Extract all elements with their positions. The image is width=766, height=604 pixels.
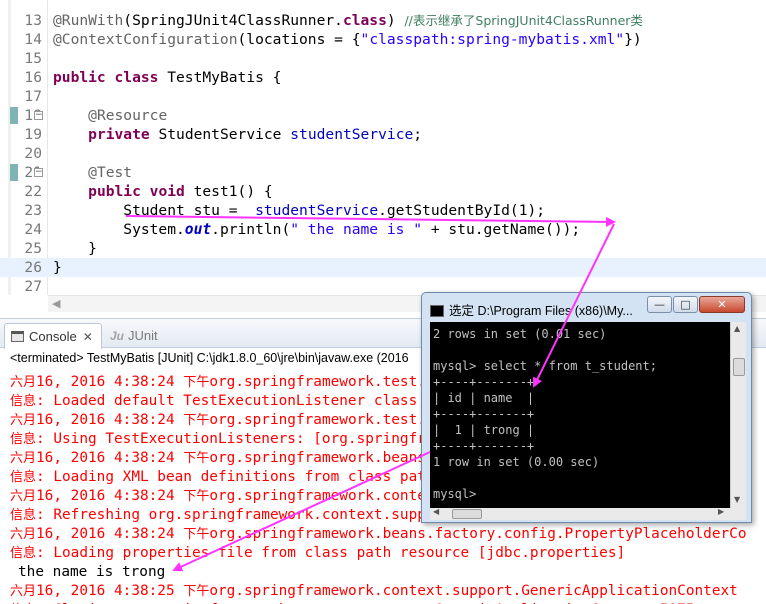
scroll-down-icon[interactable]: ▼ xyxy=(734,495,740,504)
fold-toggle-icon[interactable]: − xyxy=(34,168,43,177)
tab-junit[interactable]: Ju JUnit xyxy=(104,323,174,349)
maximize-button[interactable]: □ xyxy=(673,296,698,313)
cmd-output[interactable]: 2 rows in set (0.01 sec) mysql> select * … xyxy=(430,322,738,508)
scroll-right-icon[interactable]: ▶ xyxy=(718,507,724,516)
code-text: @Resource xyxy=(88,107,168,124)
cmd-title-text: 选定 D:\Program Files (x86)\My... xyxy=(449,304,633,318)
code-line[interactable]: 20 xyxy=(0,144,766,163)
code-text: } xyxy=(53,240,97,257)
console-line: the name is trong xyxy=(18,564,166,580)
cmd-title-bar[interactable]: 选定 D:\Program Files (x86)\My... xyxy=(430,300,645,318)
cmd-vertical-scrollbar[interactable]: ▲ ▼ xyxy=(730,322,746,508)
cmd-line: +----+-------+ xyxy=(433,407,535,421)
line-number: 16 xyxy=(24,69,42,86)
code-text: System.out.println(" the name is " + stu… xyxy=(53,221,581,238)
cmd-line: +----+-------+ xyxy=(433,375,535,389)
code-line[interactable]: 13 @RunWith(SpringJUnit4ClassRunner.class… xyxy=(0,11,766,30)
tab-console-label: Console xyxy=(29,329,77,344)
code-line[interactable]: 21− @Test xyxy=(0,163,766,182)
code-line[interactable]: 23 Student stu = studentService.getStude… xyxy=(0,201,766,220)
line-number: 17 xyxy=(24,88,42,105)
code-line[interactable]: 15 xyxy=(0,49,766,68)
cmd-line: +----+-------+ xyxy=(433,439,535,453)
cmd-horizontal-scrollbar[interactable]: ◀ ▶ xyxy=(430,507,730,520)
tab-junit-label: JUnit xyxy=(128,328,158,343)
code-text: private StudentService studentService; xyxy=(88,126,423,143)
scrollbar-corner xyxy=(730,508,746,520)
cmd-line: 2 rows in set (0.01 sec) xyxy=(433,327,607,341)
line-number: 23 xyxy=(24,202,42,219)
code-line[interactable]: 18− @Resource xyxy=(0,106,766,125)
line-number: 24 xyxy=(24,221,42,238)
console-line: 六月16, 2016 4:38:25 下午org.springframework… xyxy=(10,583,738,599)
cmd-line: | 1 | trong | xyxy=(433,423,535,437)
code-text: } xyxy=(53,259,62,276)
line-number: 22 xyxy=(24,183,42,200)
cmd-line: | id | name | xyxy=(433,391,535,405)
cmd-window-icon xyxy=(430,305,444,317)
scroll-left-icon[interactable]: ◀ xyxy=(433,507,439,516)
code-editor[interactable]: 13 @RunWith(SpringJUnit4ClassRunner.class… xyxy=(0,0,766,318)
line-number: 26 xyxy=(24,259,42,276)
code-line[interactable]: 19 private StudentService studentService… xyxy=(0,125,766,144)
close-button[interactable]: ✕ xyxy=(699,296,745,313)
cmd-line: mysql> select * from t_student; xyxy=(433,359,657,373)
code-text: public class TestMyBatis { xyxy=(53,69,282,86)
fold-toggle-icon[interactable]: − xyxy=(34,111,43,120)
scroll-up-icon[interactable]: ▲ xyxy=(734,324,740,333)
scroll-thumb[interactable] xyxy=(733,358,745,376)
close-tab-icon[interactable]: ✕ xyxy=(83,330,93,344)
code-text: @RunWith(SpringJUnit4ClassRunner.class) … xyxy=(53,12,643,29)
ruler-mark xyxy=(10,164,18,181)
ruler-mark xyxy=(10,107,18,124)
cmd-window[interactable]: 选定 D:\Program Files (x86)\My... — □ ✕ 2 … xyxy=(421,292,752,523)
code-line[interactable]: 26} xyxy=(0,258,766,277)
code-line[interactable]: 22 public void test1() { xyxy=(0,182,766,201)
line-number: 14 xyxy=(24,31,42,48)
minimize-button[interactable]: — xyxy=(647,296,672,313)
console-line: 六月16, 2016 4:38:24 下午org.springframework… xyxy=(10,526,747,542)
terminated-status: <terminated> TestMyBatis [JUnit] C:\jdk1… xyxy=(10,351,409,365)
code-line[interactable]: 25 } xyxy=(0,239,766,258)
line-number: 13 xyxy=(24,12,42,29)
code-text: Student stu = studentService.getStudentB… xyxy=(53,202,546,219)
cmd-line: mysql> xyxy=(433,487,477,501)
junit-icon: Ju xyxy=(110,329,125,343)
code-text: @ContextConfiguration(locations = {"clas… xyxy=(53,31,642,48)
line-number: 25 xyxy=(24,240,42,257)
line-number: 19 xyxy=(24,126,42,143)
code-text: @Test xyxy=(88,164,133,181)
code-text: public void test1() { xyxy=(88,183,273,200)
code-line[interactable]: 14 @ContextConfiguration(locations = {"cl… xyxy=(0,30,766,49)
scroll-thumb[interactable] xyxy=(452,509,482,519)
line-number: 20 xyxy=(24,145,42,162)
code-line[interactable]: 24 System.out.println(" the name is " + … xyxy=(0,220,766,239)
line-number: 15 xyxy=(24,50,42,67)
scroll-left-icon[interactable]: ◀ xyxy=(52,297,60,310)
tab-console[interactable]: Console ✕ xyxy=(4,323,102,349)
cmd-line: 1 row in set (0.00 sec) xyxy=(433,455,600,469)
console-line: 信息: Loading properties file from class p… xyxy=(10,545,626,561)
code-line[interactable]: 16 public class TestMyBatis { xyxy=(0,68,766,87)
code-line[interactable]: 17 xyxy=(0,87,766,106)
line-number: 27 xyxy=(24,278,42,295)
console-icon xyxy=(11,331,24,342)
